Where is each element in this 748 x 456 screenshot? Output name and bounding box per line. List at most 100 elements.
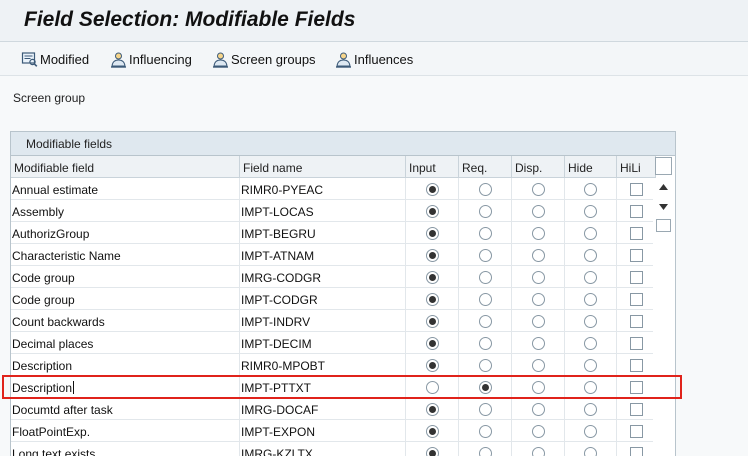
radio-disp[interactable] — [531, 292, 545, 306]
hili-checkbox[interactable] — [629, 182, 643, 196]
column-header-hide[interactable]: Hide — [565, 156, 617, 178]
radio-hide[interactable] — [584, 424, 597, 438]
radio-input[interactable] — [425, 292, 439, 306]
radio-input[interactable] — [425, 226, 439, 240]
radio-input[interactable] — [425, 204, 439, 218]
table-row[interactable]: AuthorizGroup IMPT-BEGRU — [11, 222, 656, 244]
modifiable-field-cell[interactable]: Assembly — [11, 200, 240, 222]
radio-disp[interactable] — [531, 270, 545, 284]
modifiable-field-cell[interactable]: Description — [11, 354, 240, 376]
radio-disp[interactable] — [531, 424, 545, 438]
column-header-hili[interactable]: HiLi — [617, 156, 656, 178]
table-row[interactable]: Decimal places IMPT-DECIM — [11, 332, 656, 354]
radio-req[interactable] — [478, 314, 492, 328]
radio-input[interactable] — [425, 314, 439, 328]
radio-hide[interactable] — [584, 358, 597, 372]
radio-input[interactable] — [425, 358, 439, 372]
hili-checkbox[interactable] — [629, 446, 643, 456]
radio-hide[interactable] — [584, 270, 597, 284]
modifiable-field-cell[interactable]: Decimal places — [11, 332, 240, 354]
modifiable-field-cell[interactable]: FloatPointExp. — [11, 420, 240, 442]
column-header-field-name[interactable]: Field name — [240, 156, 406, 178]
column-header-req[interactable]: Req. — [459, 156, 512, 178]
column-header-input[interactable]: Input — [406, 156, 459, 178]
hili-checkbox[interactable] — [629, 358, 643, 372]
radio-req[interactable] — [478, 204, 492, 218]
hili-checkbox[interactable] — [629, 424, 643, 438]
radio-req[interactable] — [478, 446, 492, 456]
table-row[interactable]: Code group IMRG-CODGR — [11, 266, 656, 288]
radio-input[interactable] — [425, 248, 439, 262]
radio-disp[interactable] — [531, 226, 545, 240]
table-row[interactable]: Code group IMPT-CODGR — [11, 288, 656, 310]
hili-checkbox[interactable] — [629, 336, 643, 350]
hili-checkbox[interactable] — [629, 204, 643, 218]
modifiable-field-cell[interactable]: Code group — [11, 288, 240, 310]
screen-groups-button[interactable]: Screen groups — [212, 50, 316, 68]
radio-hide[interactable] — [584, 204, 597, 218]
hili-checkbox[interactable] — [629, 292, 643, 306]
table-row[interactable]: Characteristic Name IMPT-ATNAM — [11, 244, 656, 266]
radio-req[interactable] — [478, 402, 492, 416]
radio-hide[interactable] — [584, 380, 597, 394]
table-row[interactable]: Assembly IMPT-LOCAS — [11, 200, 656, 222]
radio-input[interactable] — [425, 270, 439, 284]
modifiable-field-cell[interactable]: Code group — [11, 266, 240, 288]
table-row[interactable]: Long text exists IMRG-KZLTX — [11, 442, 656, 456]
radio-input[interactable] — [425, 424, 439, 438]
hili-checkbox[interactable] — [629, 380, 643, 394]
hili-checkbox[interactable] — [629, 248, 643, 262]
radio-hide[interactable] — [584, 402, 597, 416]
modifiable-field-cell[interactable]: AuthorizGroup — [11, 222, 240, 244]
radio-disp[interactable] — [531, 248, 545, 262]
modifiable-field-cell[interactable]: Description — [11, 376, 240, 398]
radio-input[interactable] — [425, 380, 439, 394]
radio-req[interactable] — [478, 380, 492, 394]
radio-disp[interactable] — [531, 182, 545, 196]
influences-button[interactable]: Influences — [335, 50, 413, 68]
radio-hide[interactable] — [584, 336, 597, 350]
radio-disp[interactable] — [531, 314, 545, 328]
influencing-button[interactable]: Influencing — [110, 50, 192, 68]
radio-hide[interactable] — [584, 446, 597, 456]
hili-checkbox[interactable] — [629, 314, 643, 328]
radio-disp[interactable] — [531, 402, 545, 416]
table-row[interactable]: FloatPointExp. IMPT-EXPON — [11, 420, 656, 442]
modifiable-field-cell[interactable]: Annual estimate — [11, 178, 240, 200]
table-row[interactable]: Description IMPT-PTTXT — [11, 376, 656, 398]
radio-req[interactable] — [478, 336, 492, 350]
radio-hide[interactable] — [584, 226, 597, 240]
hili-checkbox[interactable] — [629, 270, 643, 284]
table-row[interactable]: Annual estimate RIMR0-PYEAC — [11, 178, 656, 200]
radio-input[interactable] — [425, 336, 439, 350]
radio-req[interactable] — [478, 248, 492, 262]
modified-button[interactable]: Modified — [21, 50, 89, 68]
radio-req[interactable] — [478, 226, 492, 240]
vertical-scrollbar[interactable] — [653, 178, 673, 456]
column-settings-button[interactable] — [655, 157, 672, 175]
hili-checkbox[interactable] — [629, 402, 643, 416]
radio-req[interactable] — [478, 270, 492, 284]
table-row[interactable]: Count backwards IMPT-INDRV — [11, 310, 656, 332]
radio-req[interactable] — [478, 292, 492, 306]
radio-disp[interactable] — [531, 204, 545, 218]
radio-disp[interactable] — [531, 336, 545, 350]
modifiable-field-cell[interactable]: Count backwards — [11, 310, 240, 332]
column-header-modifiable-field[interactable]: Modifiable field — [11, 156, 240, 178]
radio-hide[interactable] — [584, 182, 597, 196]
radio-req[interactable] — [478, 424, 492, 438]
scroll-down-button[interactable] — [656, 201, 670, 213]
scroll-up-button[interactable] — [656, 181, 670, 193]
column-header-disp[interactable]: Disp. — [512, 156, 565, 178]
modifiable-field-cell[interactable]: Characteristic Name — [11, 244, 240, 266]
modifiable-field-cell[interactable]: Long text exists — [11, 442, 240, 456]
scroll-thumb[interactable] — [656, 219, 671, 232]
radio-disp[interactable] — [531, 446, 545, 456]
radio-req[interactable] — [478, 358, 492, 372]
radio-disp[interactable] — [531, 380, 545, 394]
radio-input[interactable] — [425, 402, 439, 416]
radio-input[interactable] — [425, 446, 439, 456]
radio-input[interactable] — [425, 182, 439, 196]
radio-req[interactable] — [478, 182, 492, 196]
table-row[interactable]: Description RIMR0-MPOBT — [11, 354, 656, 376]
